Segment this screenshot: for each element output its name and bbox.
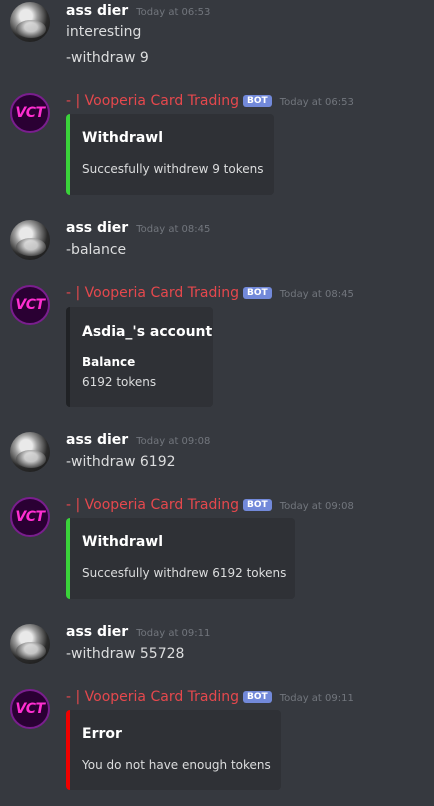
bot-badge: BOT	[243, 287, 272, 299]
embed-description: Succesfully withdrew 6192 tokens	[82, 566, 287, 580]
message-text: interesting	[66, 24, 142, 40]
bot-avatar[interactable]: VCT	[10, 285, 50, 325]
timestamp: Today at 08:45	[136, 224, 211, 235]
bot-avatar[interactable]: VCT	[10, 93, 50, 133]
avatar-logo-text: VCT	[15, 105, 45, 121]
bot-avatar[interactable]: VCT	[10, 497, 50, 537]
user-avatar[interactable]	[10, 220, 50, 260]
user-avatar[interactable]	[10, 432, 50, 472]
message-text: -balance	[66, 242, 127, 258]
author-name[interactable]: - | Vooperia Card Trading	[66, 689, 239, 705]
author-name[interactable]: ass dier	[66, 220, 128, 236]
avatar-logo-text: VCT	[15, 701, 45, 717]
timestamp: Today at 09:08	[136, 436, 211, 447]
avatar-logo-text: VCT	[15, 509, 45, 525]
embed: Withdrawl Succesfully withdrew 9 tokens	[66, 114, 274, 195]
message-text: -withdraw 6192	[66, 454, 176, 470]
embed-title: Error	[82, 726, 122, 742]
user-avatar[interactable]	[10, 2, 50, 42]
message-text: -withdraw 9	[66, 50, 149, 66]
author-name[interactable]: ass dier	[66, 432, 128, 448]
bot-badge: BOT	[243, 95, 272, 107]
timestamp: Today at 09:11	[136, 628, 211, 639]
embed-title: Withdrawl	[82, 534, 164, 550]
message-text: -withdraw 55728	[66, 646, 185, 662]
embed: Withdrawl Succesfully withdrew 6192 toke…	[66, 518, 295, 599]
embed: Asdia_'s account Balance 6192 tokens	[66, 307, 213, 407]
author-name[interactable]: - | Vooperia Card Trading	[66, 497, 239, 513]
author-name[interactable]: ass dier	[66, 624, 128, 640]
embed-field-name: Balance	[82, 355, 136, 369]
user-avatar[interactable]	[10, 624, 50, 664]
timestamp: Today at 06:53	[136, 7, 211, 18]
embed-description: Succesfully withdrew 9 tokens	[82, 162, 264, 176]
timestamp: Today at 09:11	[279, 693, 354, 704]
bot-badge: BOT	[243, 691, 272, 703]
avatar-logo-text: VCT	[15, 297, 45, 313]
timestamp: Today at 06:53	[279, 97, 354, 108]
timestamp: Today at 09:08	[279, 501, 354, 512]
bot-avatar[interactable]: VCT	[10, 689, 50, 729]
embed-title: Withdrawl	[82, 130, 164, 146]
timestamp: Today at 08:45	[279, 289, 354, 300]
author-name[interactable]: - | Vooperia Card Trading	[66, 285, 239, 301]
embed-description: You do not have enough tokens	[82, 758, 271, 772]
embed-title: Asdia_'s account	[82, 324, 213, 340]
embed: Error You do not have enough tokens	[66, 710, 281, 790]
embed-field-value: 6192 tokens	[82, 375, 157, 389]
bot-badge: BOT	[243, 499, 272, 511]
author-name[interactable]: - | Vooperia Card Trading	[66, 93, 239, 109]
author-name[interactable]: ass dier	[66, 3, 128, 19]
